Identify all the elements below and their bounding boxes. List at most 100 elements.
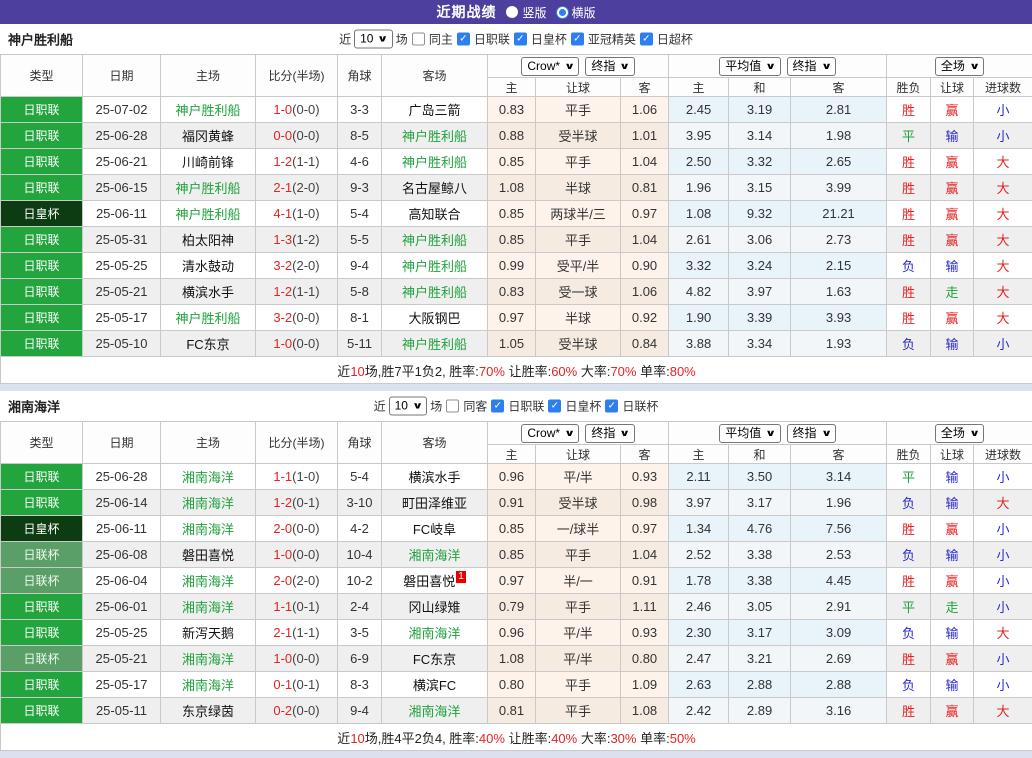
handicap-home-odds: 0.83 bbox=[488, 97, 536, 123]
result-outcome: 负 bbox=[887, 490, 931, 516]
score-cell: 1-2(1-1) bbox=[256, 149, 338, 175]
handicap-home-odds: 0.85 bbox=[488, 149, 536, 175]
result-handicap: 走 bbox=[931, 594, 974, 620]
layout-radio-vertical[interactable]: 竖版 bbox=[506, 4, 546, 21]
halftime-score: (1-1) bbox=[292, 625, 319, 640]
result-goals: 大 bbox=[974, 253, 1032, 279]
group-select[interactable]: 终指∨ bbox=[585, 57, 634, 76]
group-select[interactable]: 全场∨ bbox=[935, 424, 984, 443]
group-select[interactable]: 终指∨ bbox=[585, 424, 634, 443]
match-row: 日职联25-05-17神户胜利船3-2(0-0)8-1大阪钢巴0.97半球0.9… bbox=[1, 305, 1032, 331]
group-select[interactable]: Crow*∨ bbox=[521, 57, 579, 76]
result-handicap: 赢 bbox=[931, 305, 974, 331]
chevron-down-icon: ∨ bbox=[821, 59, 832, 74]
avg-draw-odds: 3.34 bbox=[729, 331, 791, 357]
league-type-badge: 日联杯 bbox=[1, 542, 83, 568]
header-group-0: Crow*∨ 终指∨ bbox=[488, 55, 669, 78]
match-row: 日职联25-07-02神户胜利船1-0(0-0)3-3广岛三箭0.83平手1.0… bbox=[1, 97, 1032, 123]
chevron-down-icon: ∨ bbox=[765, 426, 776, 441]
league-filter-checkbox[interactable]: ✓ bbox=[491, 400, 504, 413]
header-group-selects: 平均值∨终指∨ bbox=[719, 424, 836, 443]
handicap-away-odds: 0.80 bbox=[621, 646, 669, 672]
handicap-home-odds: 0.96 bbox=[488, 464, 536, 490]
recent-count-select[interactable]: 10∨ bbox=[389, 397, 428, 416]
header-row-groups: 类型日期主场比分(半场)角球客场Crow*∨终指∨平均值∨终指∨全场∨ bbox=[1, 55, 1032, 78]
result-goals: 大 bbox=[974, 201, 1032, 227]
league-filter-checkbox[interactable]: ✓ bbox=[605, 400, 618, 413]
recent-label-prefix: 近 bbox=[339, 31, 351, 48]
corner-count: 5-5 bbox=[338, 227, 382, 253]
header-group-selects: 全场∨ bbox=[935, 57, 984, 76]
summary-segment: 10 bbox=[350, 731, 364, 746]
recent-count-select-value: 10 bbox=[360, 32, 373, 47]
column-header: 日期 bbox=[83, 55, 161, 97]
avg-home-odds: 2.47 bbox=[669, 646, 729, 672]
column-header: 日期 bbox=[83, 422, 161, 464]
corner-count: 6-9 bbox=[338, 646, 382, 672]
group-select[interactable]: 平均值∨ bbox=[719, 57, 780, 76]
league-filter-checkbox[interactable]: ✓ bbox=[571, 33, 584, 46]
group-select-value: 终指 bbox=[793, 59, 817, 74]
sections-container: 神户胜利船近10∨场同主✓日职联✓日皇杯✓亚冠精英✓日超杯类型日期主场比分(半场… bbox=[0, 24, 1032, 758]
result-goals: 小 bbox=[974, 568, 1032, 594]
halftime-score: (1-1) bbox=[292, 284, 319, 299]
fulltime-score: 1-0 bbox=[273, 651, 292, 666]
handicap-line: 平手 bbox=[536, 594, 621, 620]
match-date: 25-05-25 bbox=[83, 620, 161, 646]
same-venue-checkbox[interactable] bbox=[446, 400, 459, 413]
score-cell: 1-0(0-0) bbox=[256, 97, 338, 123]
same-venue-checkbox[interactable] bbox=[412, 33, 425, 46]
summary-segment: 50% bbox=[670, 731, 696, 746]
result-handicap: 赢 bbox=[931, 698, 974, 724]
result-outcome: 胜 bbox=[887, 305, 931, 331]
group-select[interactable]: 终指∨ bbox=[787, 424, 836, 443]
handicap-away-odds: 0.98 bbox=[621, 490, 669, 516]
group-select[interactable]: 平均值∨ bbox=[719, 424, 780, 443]
league-filter-checkbox[interactable]: ✓ bbox=[457, 33, 470, 46]
layout-radio-horizontal[interactable]: 横版 bbox=[557, 4, 596, 21]
summary-segment: 近 bbox=[337, 364, 350, 379]
result-handicap: 赢 bbox=[931, 175, 974, 201]
group-select[interactable]: Crow*∨ bbox=[521, 424, 579, 443]
result-goals: 大 bbox=[974, 490, 1032, 516]
handicap-away-odds: 1.01 bbox=[621, 123, 669, 149]
handicap-line: 受半球 bbox=[536, 490, 621, 516]
avg-away-odds: 3.16 bbox=[791, 698, 887, 724]
group-select-value: 终指 bbox=[793, 426, 817, 441]
avg-home-odds: 1.78 bbox=[669, 568, 729, 594]
league-filter-checkbox[interactable]: ✓ bbox=[514, 33, 527, 46]
avg-draw-odds: 3.39 bbox=[729, 305, 791, 331]
sub-column-header: 胜负 bbox=[887, 445, 931, 464]
result-goals: 小 bbox=[974, 331, 1032, 357]
avg-draw-odds: 2.88 bbox=[729, 672, 791, 698]
halftime-score: (0-0) bbox=[292, 102, 319, 117]
league-filter-label: 日皇杯 bbox=[565, 398, 601, 415]
sub-column-header: 让球 bbox=[931, 445, 974, 464]
home-team-name: 湘南海洋 bbox=[161, 646, 256, 672]
group-select-value: 全场 bbox=[941, 59, 965, 74]
summary-segment: 70% bbox=[610, 364, 636, 379]
match-row: 日职联25-06-01湘南海洋1-1(0-1)2-4冈山绿雉0.79平手1.11… bbox=[1, 594, 1032, 620]
column-header: 主场 bbox=[161, 55, 256, 97]
home-team-name: FC东京 bbox=[161, 331, 256, 357]
score-cell: 3-2(2-0) bbox=[256, 253, 338, 279]
fulltime-score: 2-0 bbox=[273, 521, 292, 536]
header-row-groups: 类型日期主场比分(半场)角球客场Crow*∨终指∨平均值∨终指∨全场∨ bbox=[1, 422, 1032, 445]
avg-home-odds: 3.97 bbox=[669, 490, 729, 516]
away-team-name: 神户胜利船 bbox=[382, 123, 488, 149]
sub-column-header: 客 bbox=[621, 78, 669, 97]
group-select[interactable]: 全场∨ bbox=[935, 57, 984, 76]
handicap-line: 平/半 bbox=[536, 646, 621, 672]
recent-count-select[interactable]: 10∨ bbox=[354, 30, 393, 49]
avg-draw-odds: 3.19 bbox=[729, 97, 791, 123]
red-card-badge: 1 bbox=[456, 571, 466, 583]
league-filter-checkbox[interactable]: ✓ bbox=[548, 400, 561, 413]
chevron-down-icon: ∨ bbox=[564, 59, 575, 74]
match-row: 日联杯25-05-21湘南海洋1-0(0-0)6-9FC东京1.08平/半0.8… bbox=[1, 646, 1032, 672]
corner-count: 9-4 bbox=[338, 253, 382, 279]
avg-home-odds: 1.96 bbox=[669, 175, 729, 201]
section-divider bbox=[0, 751, 1032, 758]
corner-count: 3-3 bbox=[338, 97, 382, 123]
group-select[interactable]: 终指 ∨ bbox=[787, 57, 836, 76]
league-filter-checkbox[interactable]: ✓ bbox=[640, 33, 653, 46]
